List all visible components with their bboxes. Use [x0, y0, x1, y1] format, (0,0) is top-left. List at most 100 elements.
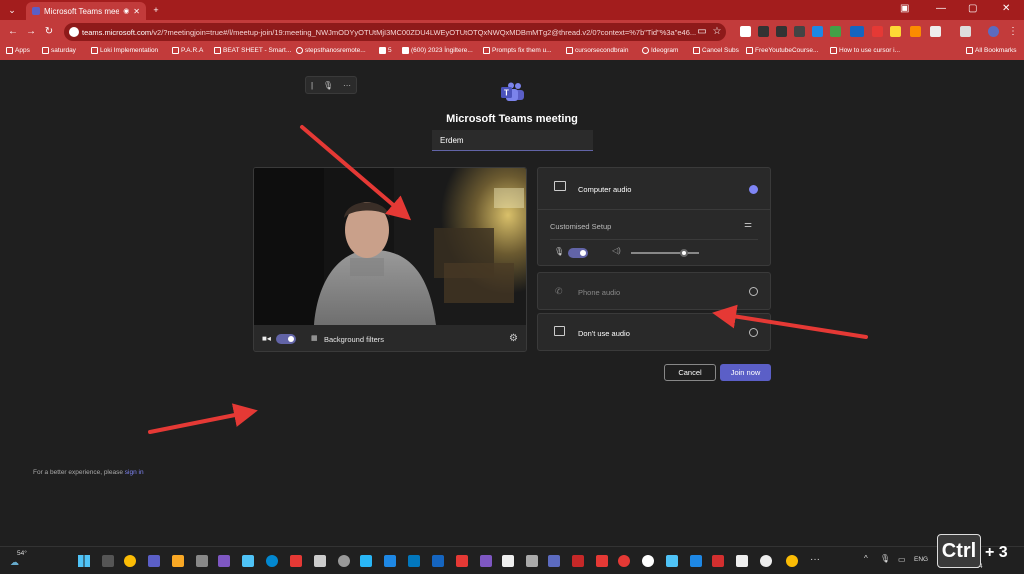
profile-avatar-icon[interactable]: [988, 26, 999, 37]
forward-icon[interactable]: →: [24, 25, 38, 39]
app-icon-26[interactable]: [690, 555, 702, 567]
tab-close-icon[interactable]: ✕: [133, 7, 140, 16]
side-panel-icon[interactable]: [960, 26, 971, 37]
overflow-icon[interactable]: ···: [810, 554, 820, 565]
phone-audio-radio[interactable]: [749, 287, 758, 296]
app-icon-24[interactable]: [642, 555, 654, 567]
app-icon-18[interactable]: [502, 555, 514, 567]
bookmark-cursorsecondbrain[interactable]: cursorsecondbrain: [566, 47, 628, 54]
speaker-volume-slider[interactable]: [631, 249, 699, 257]
sign-in-link[interactable]: sign in: [125, 469, 144, 476]
reload-icon[interactable]: ↻: [42, 25, 56, 39]
tray-mic-icon[interactable]: 🎙: [880, 554, 890, 563]
bookmark-loki[interactable]: Loki Implementation: [91, 47, 158, 54]
extension-icon-1[interactable]: [740, 26, 751, 37]
extension-icon-3[interactable]: [776, 26, 787, 37]
app-icon-5[interactable]: [196, 555, 208, 567]
camera-toggle[interactable]: [276, 334, 296, 344]
chrome-taskbar-icon[interactable]: [124, 555, 136, 567]
cast-icon[interactable]: ▭: [695, 25, 709, 39]
extension-icon-7[interactable]: [850, 26, 864, 37]
app-icon-14[interactable]: [408, 555, 420, 567]
extension-icon-8[interactable]: [872, 26, 883, 37]
close-window-icon[interactable]: ✕: [1002, 3, 1010, 14]
bookmark-cursor[interactable]: How to use cursor i...: [830, 47, 900, 54]
phone-audio-option[interactable]: ✆ Phone audio: [537, 272, 771, 310]
bookmark-ingiltere[interactable]: (600) 2023 İngiltere...: [402, 47, 473, 54]
app-icon-19[interactable]: [526, 555, 538, 567]
skype-icon[interactable]: [360, 555, 372, 567]
app-icon-22[interactable]: [596, 555, 608, 567]
new-tab-icon[interactable]: +: [150, 4, 162, 16]
bookmark-5[interactable]: 5: [379, 47, 392, 54]
weather-icon[interactable]: ☁: [10, 557, 19, 568]
bookmark-cancel-subs[interactable]: Cancel Subs: [693, 47, 739, 54]
file-explorer-icon[interactable]: [172, 555, 184, 567]
bookmark-star-icon[interactable]: ☆: [710, 25, 724, 39]
bookmark-all[interactable]: All Bookmarks: [966, 47, 1017, 54]
extensions-puzzle-icon[interactable]: [930, 26, 941, 37]
discord-icon[interactable]: [548, 555, 560, 567]
computer-audio-option[interactable]: Computer audio Customised Setup ⚌ 🎙 ◁): [537, 167, 771, 266]
no-audio-option[interactable]: Don't use audio: [537, 313, 771, 351]
filezilla-icon[interactable]: [572, 555, 584, 567]
chrome-active-taskbar-icon[interactable]: [786, 555, 798, 567]
url-field[interactable]: teams.microsoft.com/v2/?meetingjoin=true…: [64, 23, 726, 41]
bookmark-stepsthanos[interactable]: stepsthanosremote...: [296, 47, 366, 54]
cancel-button[interactable]: Cancel: [664, 364, 716, 381]
computer-audio-radio[interactable]: [749, 185, 758, 194]
teams-taskbar-icon[interactable]: [148, 555, 160, 567]
bookmark-apps[interactable]: Apps: [6, 47, 30, 54]
tab-search-icon[interactable]: ⌄: [6, 4, 18, 16]
bookmark-beat-sheet[interactable]: BEAT SHEET - Smart...: [214, 47, 291, 54]
bookmark-freeyoutube[interactable]: FreeYoutubeCourse...: [746, 47, 818, 54]
tab-teams-meeting[interactable]: Microsoft Teams meeting | ◉ ✕: [26, 2, 146, 20]
background-filters-button[interactable]: Background filters: [324, 335, 384, 344]
more-options-icon[interactable]: ···: [343, 81, 351, 90]
language-indicator[interactable]: ENG: [914, 556, 928, 563]
app-icon-23[interactable]: [618, 555, 630, 567]
no-audio-radio[interactable]: [749, 328, 758, 337]
app-icon-25[interactable]: [666, 555, 678, 567]
audio-settings-sliders-icon[interactable]: ⚌: [744, 219, 752, 230]
app-icon-29[interactable]: [760, 555, 772, 567]
extension-icon-6[interactable]: [830, 26, 841, 37]
microphone-toggle[interactable]: [568, 248, 588, 258]
browser-menu-icon[interactable]: ⋮: [1006, 25, 1020, 39]
app-icon-16[interactable]: [456, 555, 468, 567]
tray-chevron-icon[interactable]: ^: [864, 554, 868, 563]
notion-icon[interactable]: [736, 555, 748, 567]
bookmark-prompts[interactable]: Prompts fix them u...: [483, 47, 552, 54]
app-icon-13[interactable]: [384, 555, 396, 567]
name-input[interactable]: [432, 130, 593, 151]
bookmark-saturday[interactable]: saturday: [42, 47, 76, 54]
extension-icon-10[interactable]: [910, 26, 921, 37]
extension-icon-5[interactable]: [812, 26, 823, 37]
tray-monitor-icon[interactable]: ▭: [898, 555, 906, 564]
extension-icon-9[interactable]: [890, 26, 901, 37]
minimize-icon[interactable]: —: [936, 3, 946, 14]
edge-icon[interactable]: [266, 555, 278, 567]
bookmark-ideogram[interactable]: Ideogram: [642, 47, 678, 54]
volume-slider-thumb[interactable]: [680, 249, 689, 257]
zoom-icon[interactable]: [432, 555, 444, 567]
store-icon[interactable]: [314, 555, 326, 567]
join-now-button[interactable]: Join now: [720, 364, 771, 381]
start-icon[interactable]: [78, 555, 90, 567]
profile-switch-icon[interactable]: ▣: [900, 3, 909, 14]
app-icon-27[interactable]: [712, 555, 724, 567]
bookmark-para[interactable]: P.A.R.A: [172, 47, 203, 54]
maximize-icon[interactable]: ▢: [968, 3, 977, 14]
acrobat-icon[interactable]: [290, 555, 302, 567]
site-info-icon[interactable]: [69, 27, 79, 37]
settings-taskbar-icon[interactable]: [338, 555, 350, 567]
app-icon-17[interactable]: [480, 555, 492, 567]
mic-small-icon[interactable]: 🎙: [323, 81, 333, 90]
extension-icon-2[interactable]: [758, 26, 769, 37]
task-view-icon[interactable]: [102, 555, 114, 567]
device-settings-icon[interactable]: ⚙: [509, 333, 518, 344]
back-icon[interactable]: ←: [6, 25, 20, 39]
photos-icon[interactable]: [242, 555, 254, 567]
extension-icon-4[interactable]: [794, 26, 805, 37]
app-icon-6[interactable]: [218, 555, 230, 567]
